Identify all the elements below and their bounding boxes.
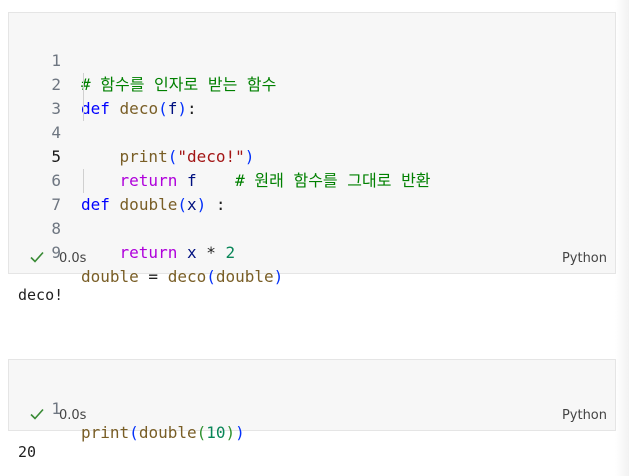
code-line: 4 return f # 원래 함수를 그대로 반환 [9,97,615,190]
check-icon [30,408,44,420]
code-line: 9 double = deco(double) [9,217,615,286]
indent-guide [83,97,84,121]
code-line: 7 return x * 2 [9,169,615,262]
code-line: 6 def double(x) : [9,145,615,214]
cell-output: deco! [18,286,64,304]
code-line: 3 print("deco!") [9,73,615,166]
code-line: 8 [9,193,615,238]
indent-guide [83,169,84,193]
code-cell-1[interactable]: 1 # 함수를 인자로 받는 함수 2 def deco(f): 3 print… [8,12,616,286]
execution-time: 0.0s [59,408,87,423]
language-selector[interactable]: Python [562,408,607,423]
language-selector[interactable]: Python [562,251,607,266]
code-line: 5 [9,121,615,166]
check-icon [30,251,44,263]
cell-output: 20 [18,443,37,461]
cell-status-bar: 0.0s Python [9,402,615,430]
execution-time: 0.0s [59,251,87,266]
code-editor[interactable]: 1 # 함수를 인자로 받는 함수 2 def deco(f): 3 print… [9,25,615,286]
code-line: 1 # 함수를 인자로 받는 함수 [9,25,615,94]
code-line: 2 def deco(f): [9,49,615,118]
cell-status-bar: 0.0s Python [9,245,615,273]
code-cell-2[interactable]: 1 print(double(10)) 0.0s Python [8,359,616,442]
indent-guide [83,73,84,97]
code-line: 1 print(double(10)) [9,373,615,442]
scroll-gutter [615,0,629,476]
code-editor[interactable]: 1 print(double(10)) [9,373,615,442]
